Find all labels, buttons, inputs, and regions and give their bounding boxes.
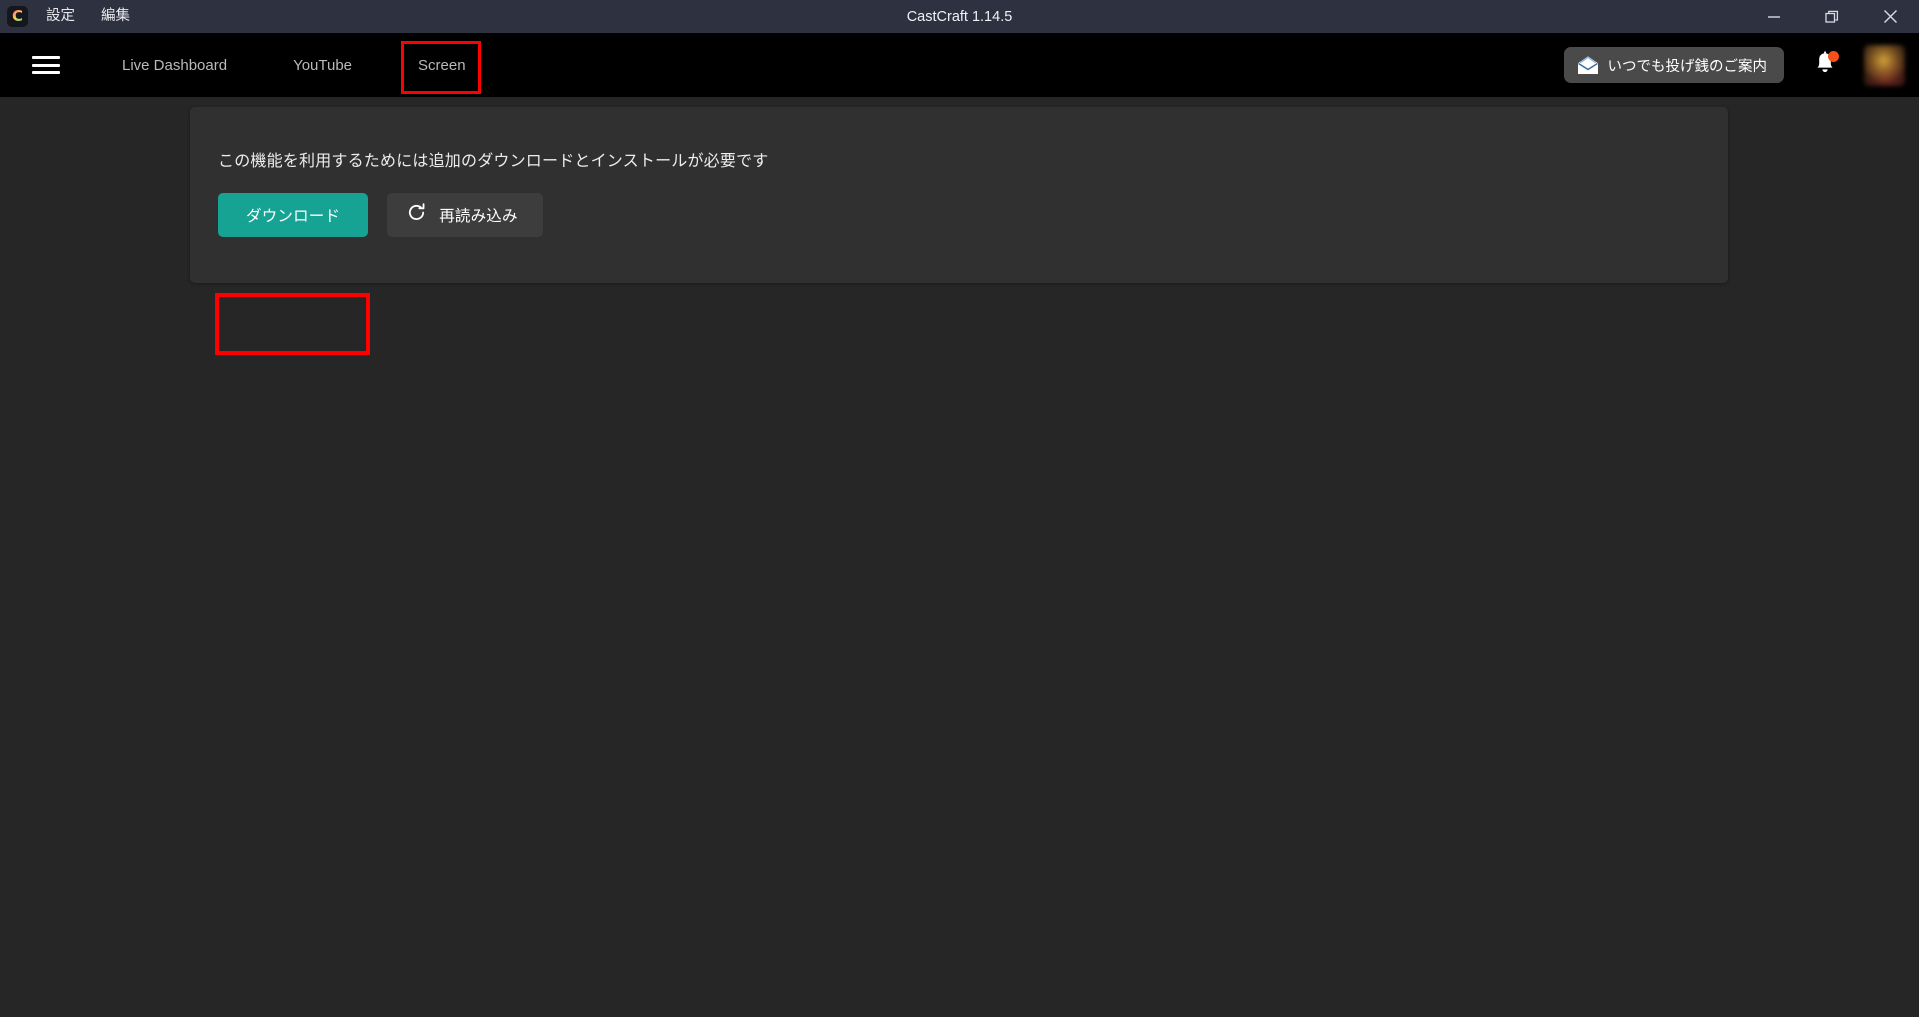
menubar: 設定 編集: [46, 9, 130, 24]
open-envelope-icon: [1577, 55, 1599, 75]
close-icon[interactable]: [1861, 0, 1919, 33]
hamburger-bar: [32, 71, 60, 74]
user-avatar[interactable]: [1864, 44, 1905, 86]
refresh-icon: [407, 203, 426, 227]
menu-edit[interactable]: 編集: [101, 9, 130, 24]
tip-guide-label: いつでも投げ銭のご案内: [1607, 58, 1768, 75]
panel-action-buttons: ダウンロード 再読み込み: [218, 193, 543, 237]
hamburger-menu-icon[interactable]: [32, 54, 60, 76]
download-button[interactable]: ダウンロード: [218, 193, 369, 237]
reload-button-label: 再読み込み: [439, 208, 518, 225]
hamburger-bar: [32, 63, 60, 67]
hamburger-bar: [32, 56, 60, 59]
castcraft-logo-icon: C: [7, 6, 28, 27]
tip-guide-button[interactable]: いつでも投げ銭のご案内: [1563, 47, 1784, 83]
window-titlebar: C 設定 編集 CastCraft 1.14.5: [0, 0, 1919, 33]
download-required-panel: この機能を利用するためには追加のダウンロードとインストールが必要です ダウンロー…: [190, 107, 1728, 283]
download-button-highlight-box: [215, 293, 370, 355]
menu-settings[interactable]: 設定: [46, 9, 75, 24]
nav-link-screen[interactable]: Screen: [402, 47, 482, 84]
notification-badge-dot: [1828, 51, 1839, 62]
minimize-icon[interactable]: [1745, 0, 1803, 33]
download-required-message: この機能を利用するためには追加のダウンロードとインストールが必要です: [218, 153, 769, 170]
main-content-area: この機能を利用するためには追加のダウンロードとインストールが必要です ダウンロー…: [0, 97, 1919, 1017]
window-title: CastCraft 1.14.5: [906, 8, 1013, 25]
nav-link-youtube[interactable]: YouTube: [277, 47, 368, 84]
main-navbar: Live Dashboard YouTube Screen いつでも投げ銭のご案…: [0, 33, 1919, 97]
nav-link-live-dashboard[interactable]: Live Dashboard: [106, 47, 243, 84]
window-controls: [1745, 0, 1919, 33]
logo-letter: C: [11, 7, 23, 25]
maximize-icon[interactable]: [1803, 0, 1861, 33]
nav-links: Live Dashboard YouTube Screen: [106, 47, 482, 84]
reload-button[interactable]: 再読み込み: [387, 193, 543, 237]
navbar-right-group: いつでも投げ銭のご案内: [1563, 33, 1919, 97]
notifications-button[interactable]: [1812, 50, 1839, 79]
